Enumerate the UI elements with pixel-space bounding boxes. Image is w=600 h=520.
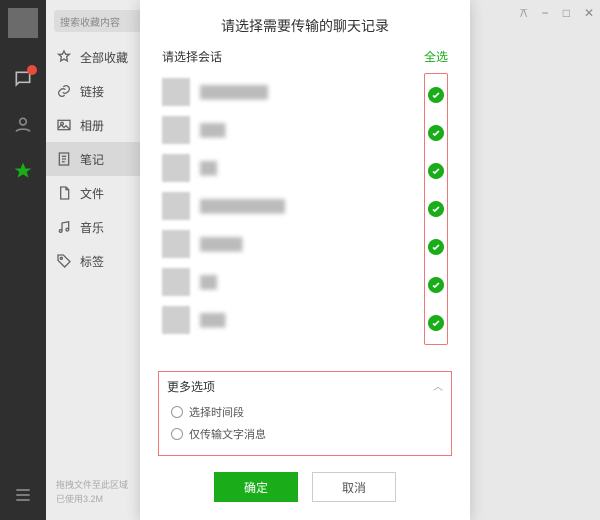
conversation-name: ██████████ [200, 199, 418, 213]
list-item[interactable]: ███ [162, 301, 418, 339]
select-all-button[interactable]: 全选 [424, 48, 448, 65]
link-icon [56, 83, 72, 99]
more-options: 更多选项 ︿ 选择时间段 仅传输文字消息 [158, 371, 452, 456]
select-session-label: 请选择会话 [162, 48, 222, 65]
search-input[interactable]: 搜索收藏内容 [54, 10, 150, 32]
image-icon [56, 117, 72, 133]
sidebar-item-label: 音乐 [80, 219, 104, 236]
sidebar-item-label: 全部收藏 [80, 49, 128, 66]
more-options-header[interactable]: 更多选项 [167, 378, 215, 395]
avatar[interactable] [8, 8, 38, 38]
avatar [162, 78, 190, 106]
list-item[interactable]: ██ [162, 263, 418, 301]
option-label: 选择时间段 [189, 404, 244, 420]
minimize-button[interactable]: − [542, 6, 549, 21]
left-rail [0, 0, 46, 520]
check-icon[interactable] [428, 277, 444, 293]
ok-button[interactable]: 确定 [214, 472, 298, 502]
music-icon [56, 219, 72, 235]
conversation-name: ███ [200, 123, 418, 137]
file-icon [56, 185, 72, 201]
star-icon [56, 49, 72, 65]
cancel-button[interactable]: 取消 [312, 472, 396, 502]
hint-line: 已使用3.2M [56, 493, 150, 507]
check-icon[interactable] [428, 125, 444, 141]
conversation-name: ███ [200, 313, 418, 327]
dialog-buttons: 确定 取消 [140, 456, 470, 520]
option-time-range[interactable]: 选择时间段 [167, 401, 443, 423]
favorites-icon[interactable] [12, 160, 34, 182]
sidebar-item-label: 链接 [80, 83, 104, 100]
avatar [162, 192, 190, 220]
conversation-name: ████████ [200, 85, 418, 99]
conversation-name: ██ [200, 275, 418, 289]
settings-icon[interactable]: ⚻ [520, 6, 528, 21]
chevron-up-icon[interactable]: ︿ [433, 378, 443, 395]
radio-icon [171, 428, 183, 440]
check-icon[interactable] [428, 239, 444, 255]
maximize-button[interactable]: □ [563, 6, 570, 21]
hint-line: 拖拽文件至此区域 [56, 479, 150, 493]
select-all-label: 全选 [424, 48, 448, 65]
note-icon [56, 151, 72, 167]
sidebar-item-label: 文件 [80, 185, 104, 202]
list-item[interactable]: ██████████ [162, 187, 418, 225]
search-placeholder: 搜索收藏内容 [60, 14, 120, 29]
check-icon[interactable] [428, 315, 444, 331]
chat-icon[interactable] [12, 68, 34, 90]
check-icon[interactable] [428, 201, 444, 217]
contacts-icon[interactable] [12, 114, 34, 136]
dialog-title: 请选择需要传输的聊天记录 [140, 0, 470, 48]
check-column-highlight [424, 73, 448, 345]
sidebar-item-label: 相册 [80, 117, 104, 134]
avatar [162, 116, 190, 144]
check-icon[interactable] [428, 87, 444, 103]
transfer-dialog: 请选择需要传输的聊天记录 请选择会话 全选 ████████ ███ ██ ██… [140, 0, 470, 520]
check-icon[interactable] [428, 163, 444, 179]
avatar [162, 306, 190, 334]
tag-icon [56, 253, 72, 269]
option-text-only[interactable]: 仅传输文字消息 [167, 423, 443, 445]
window-controls: ⚻ − □ ✕ [520, 6, 594, 21]
sidebar-hint: 拖拽文件至此区域 已使用3.2M [56, 479, 150, 506]
conversation-list: ████████ ███ ██ ██████████ █████ ██ ███ [162, 73, 418, 339]
badge [27, 65, 37, 75]
list-item[interactable]: ████████ [162, 73, 418, 111]
avatar [162, 268, 190, 296]
avatar [162, 154, 190, 182]
avatar [162, 230, 190, 258]
list-item[interactable]: ███ [162, 111, 418, 149]
option-label: 仅传输文字消息 [189, 426, 266, 442]
conversation-name: █████ [200, 237, 418, 251]
radio-icon [171, 406, 183, 418]
list-item[interactable]: ██ [162, 149, 418, 187]
list-item[interactable]: █████ [162, 225, 418, 263]
menu-icon[interactable] [12, 484, 34, 506]
conversation-name: ██ [200, 161, 418, 175]
sidebar-item-label: 笔记 [80, 151, 104, 168]
sidebar-item-label: 标签 [80, 253, 104, 270]
close-button[interactable]: ✕ [584, 6, 594, 21]
